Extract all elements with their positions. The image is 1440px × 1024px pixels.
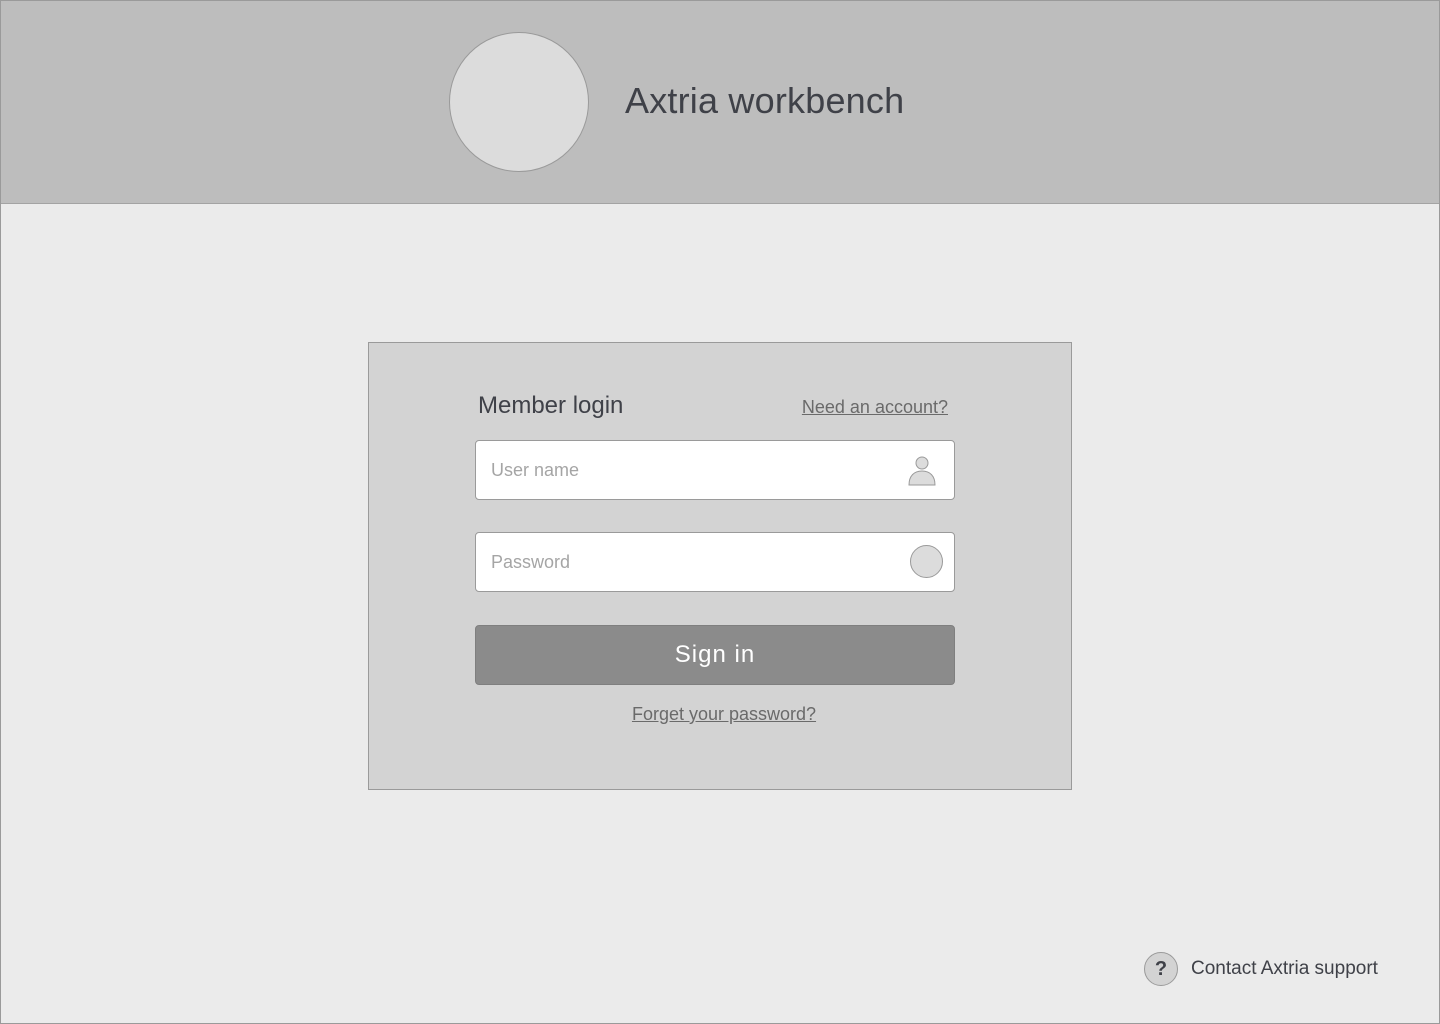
logo-placeholder-icon [449,32,589,172]
app-title: Axtria workbench [625,80,905,121]
contact-support-link[interactable]: ? Contact Axtria support [1144,951,1378,987]
sign-in-button[interactable]: Sign in [475,625,955,685]
login-card: Member login Need an account? Sign in Fo… [368,342,1072,790]
login-title: Member login [478,392,624,419]
help-icon[interactable]: ? [1144,952,1178,986]
forgot-password-link[interactable]: Forget your password? [369,703,1071,725]
username-input[interactable] [476,441,876,499]
password-input[interactable] [476,533,876,591]
login-page: Axtria workbench Member login Need an ac… [0,0,1440,1024]
user-icon [908,456,936,486]
username-field[interactable] [475,440,955,500]
need-account-link[interactable]: Need an account? [802,396,948,418]
lock-icon [910,545,943,578]
app-header: Axtria workbench [1,1,1439,204]
support-label[interactable]: Contact Axtria support [1191,958,1378,980]
password-field[interactable] [475,532,955,592]
